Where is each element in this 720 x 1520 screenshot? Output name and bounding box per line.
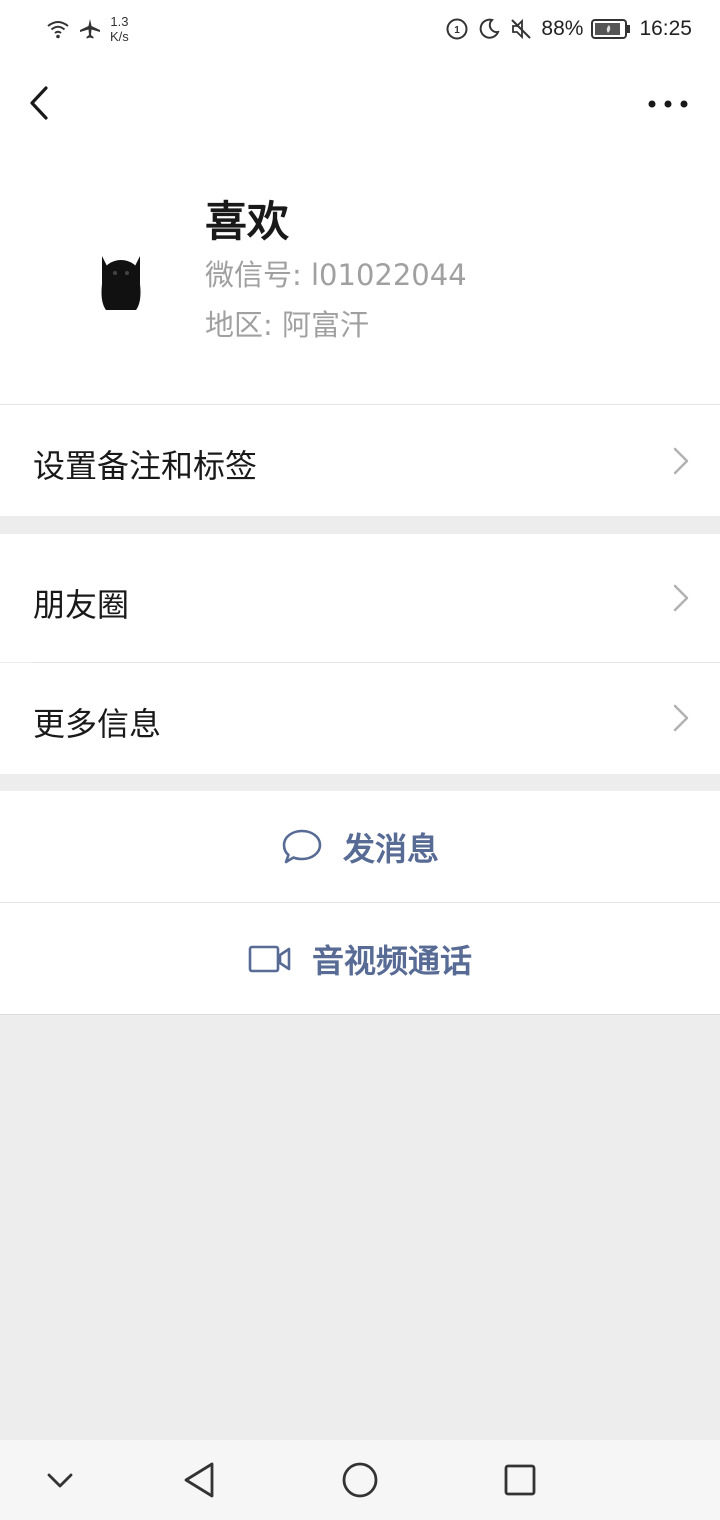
hd-icon: 1 [446,18,468,40]
moon-icon [480,18,500,39]
chevron-right-icon [673,584,689,612]
nav-back-icon[interactable] [178,1458,222,1502]
status-left: 1.3 K/s [46,14,129,44]
profile-card: 喜欢 微信号: l01022044 地区: 阿富汗 [0,150,720,404]
avatar[interactable] [66,238,176,328]
chat-bubble-icon [282,829,322,863]
video-call-button[interactable]: 音视频通话 [0,903,720,1014]
remark-tags-label: 设置备注和标签 [33,447,258,485]
send-message-button[interactable]: 发消息 [0,791,720,902]
status-bar: 1.3 K/s 1 88% 16:25 [0,0,720,58]
chevron-right-icon [673,447,689,475]
chevron-left-icon[interactable] [22,80,62,126]
send-message-label: 发消息 [342,829,439,868]
video-call-label: 音视频通话 [311,941,472,980]
chevron-down-icon[interactable] [38,1458,82,1502]
network-speed-unit: K/s [110,29,129,44]
moments-label: 朋友圈 [33,586,130,624]
chevron-right-icon [673,704,689,732]
remark-tags-row[interactable]: 设置备注和标签 [0,405,720,516]
network-speed-value: 1.3 [110,14,129,29]
region: 地区: 阿富汗 [205,308,369,342]
more-dots-icon[interactable] [646,92,690,116]
top-nav-bar [0,58,720,150]
mute-icon [511,18,532,40]
video-camera-icon [248,945,291,972]
status-right: 1 88% 16:25 [445,17,692,41]
wechat-id: 微信号: l01022044 [205,258,467,292]
airplane-icon [80,19,100,39]
nav-recents-icon[interactable] [498,1458,542,1502]
network-speed: 1.3 K/s [110,14,129,44]
clock: 16:25 [639,17,692,40]
divider [0,1014,720,1015]
system-nav-bar [0,1440,720,1520]
battery-percent: 88% [541,17,584,40]
moments-row[interactable]: 朋友圈 [0,534,720,662]
battery-icon [591,19,631,39]
nav-home-icon[interactable] [338,1458,382,1502]
svg-text:1: 1 [455,25,461,36]
contact-name: 喜欢 [205,197,290,246]
more-info-label: 更多信息 [33,705,162,743]
wifi-icon [47,21,69,39]
more-info-row[interactable]: 更多信息 [0,663,720,774]
